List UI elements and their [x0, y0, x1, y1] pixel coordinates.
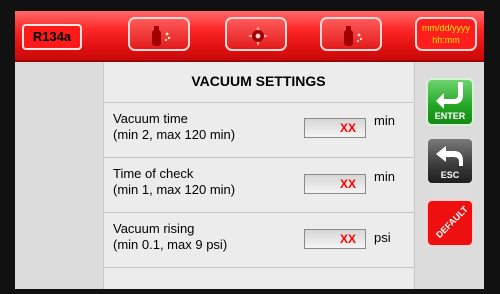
vacuum-button[interactable]	[225, 17, 287, 51]
row-label-name: Vacuum rising	[113, 221, 195, 236]
left-column	[15, 62, 104, 289]
vacuum-time-field[interactable]: XX	[304, 118, 366, 138]
unit-label: min	[374, 113, 395, 128]
row-label-range: (min 2, max 120 min)	[113, 127, 236, 142]
vacuum-rising-field[interactable]: XX	[304, 229, 366, 249]
enter-arrow-icon	[436, 82, 463, 109]
panel-title: VACUUM SETTINGS	[104, 62, 413, 103]
recovery-bottle-icon	[152, 26, 171, 46]
vacuum-rising-row: Vacuum rising (min 0.1, max 9 psi) XX ps…	[104, 213, 413, 268]
vacuum-settings-panel: VACUUM SETTINGS Vacuum time (min 2, max …	[104, 62, 413, 289]
row-label-name: Vacuum time	[113, 111, 188, 126]
esc-label: ESC	[440, 170, 460, 180]
esc-button[interactable]: ESC	[426, 137, 474, 185]
row-label: Time of check (min 1, max 120 min)	[113, 166, 235, 198]
back-arrow-icon	[436, 146, 463, 166]
time-of-check-row: Time of check (min 1, max 120 min) XX mi…	[104, 158, 413, 213]
row-label-range: (min 1, max 120 min)	[113, 182, 236, 197]
row-label-range: (min 0.1, max 9 psi)	[113, 237, 228, 252]
enter-button[interactable]: ENTER	[426, 78, 474, 126]
screen: R134a mm/dd/yyyy hh:mm VACUUM SETTINGS V…	[15, 11, 484, 289]
unit-label: psi	[374, 230, 391, 245]
top-bar: R134a mm/dd/yyyy hh:mm	[15, 11, 484, 62]
row-label: Vacuum rising (min 0.1, max 9 psi)	[113, 221, 227, 253]
default-button[interactable]: DEFAULT	[426, 199, 474, 247]
row-label-name: Time of check	[113, 166, 194, 181]
default-label: DEFAULT	[434, 204, 470, 240]
unit-label: min	[374, 169, 395, 184]
device-bezel: R134a mm/dd/yyyy hh:mm VACUUM SETTINGS V…	[0, 0, 500, 294]
time-text: hh:mm	[432, 35, 460, 45]
vacuum-time-row: Vacuum time (min 2, max 120 min) XX min	[104, 103, 413, 158]
oil-injection-bottle-icon	[344, 26, 363, 46]
time-of-check-field[interactable]: XX	[304, 174, 366, 194]
oil-injection-button[interactable]	[320, 17, 382, 51]
date-text: mm/dd/yyyy	[421, 23, 470, 33]
datetime-display[interactable]: mm/dd/yyyy hh:mm	[415, 17, 477, 51]
vacuum-pump-icon	[248, 26, 268, 46]
refrigerant-badge: R134a	[22, 24, 82, 50]
recovery-button[interactable]	[128, 17, 190, 51]
row-label: Vacuum time (min 2, max 120 min)	[113, 111, 235, 143]
enter-label: ENTER	[434, 111, 466, 121]
